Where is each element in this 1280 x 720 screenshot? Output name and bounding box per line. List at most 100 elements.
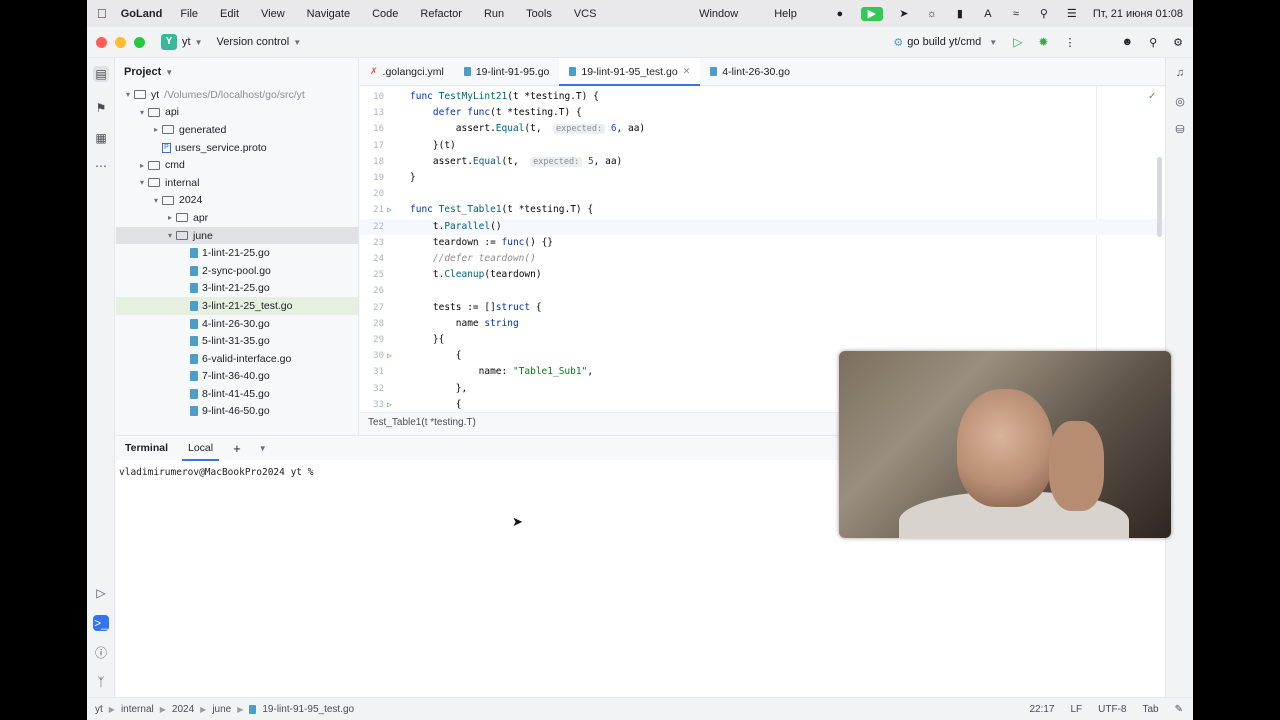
bookmark-icon[interactable]: ⚑ — [93, 100, 109, 116]
menu-refactor[interactable]: Refactor — [420, 8, 462, 20]
menubar-datetime[interactable]: Пт, 21 июня 01:08 — [1093, 8, 1183, 20]
status-crumb-internal[interactable]: internal — [121, 704, 154, 715]
run-test-gutter-icon[interactable]: ▷ — [387, 397, 397, 413]
tree-item[interactable]: ▾ yt/Volumes/D/localhost/go/src/yt — [116, 86, 358, 104]
code-line[interactable]: 28 name string — [360, 316, 1168, 332]
code-line[interactable]: 19} — [360, 170, 1168, 186]
code-line[interactable]: 29 }{ — [360, 332, 1168, 348]
menu-run[interactable]: Run — [484, 8, 504, 20]
code-line[interactable]: 10 func TestMyLint21(t *testing.T) { — [360, 89, 1168, 105]
menu-vcs[interactable]: VCS — [574, 8, 597, 20]
battery-icon[interactable]: ▮ — [953, 8, 967, 20]
tree-item[interactable]: ▸ generated — [116, 121, 358, 139]
menu-window[interactable]: Window — [699, 8, 738, 20]
menu-file[interactable]: File — [180, 8, 198, 20]
run-test-gutter-icon[interactable]: ▷ — [387, 348, 397, 364]
indent-setting[interactable]: Tab — [1142, 704, 1158, 715]
chevron-down-icon[interactable]: ▾ — [136, 178, 148, 187]
ai-assistant-icon[interactable]: ◎ — [1173, 95, 1187, 109]
status-crumb-yt[interactable]: yt — [95, 704, 103, 715]
search-icon[interactable]: ⚲ — [1037, 8, 1051, 20]
tree-item[interactable]: 3-lint-21-25.go — [116, 280, 358, 298]
run-test-gutter-icon[interactable]: ▷ — [387, 202, 397, 218]
inspection-ok-icon[interactable]: ✓ — [1148, 91, 1156, 102]
telegram-icon[interactable]: ➤ — [897, 8, 911, 20]
editor-scrollbar[interactable] — [1157, 157, 1162, 237]
code-line[interactable]: 26 — [360, 283, 1168, 299]
chevron-right-icon[interactable]: ▸ — [136, 161, 148, 170]
tree-item[interactable]: ▸ cmd — [116, 156, 358, 174]
code-line[interactable]: 13 defer func(t *testing.T) { — [360, 105, 1168, 121]
tab-local[interactable]: Local — [181, 442, 220, 461]
menu-help[interactable]: Help — [774, 8, 797, 20]
tree-item[interactable]: Pusers_service.proto — [116, 139, 358, 157]
more-actions-icon[interactable]: ⋮ — [1064, 36, 1075, 49]
keyboard-layout-icon[interactable]: A — [981, 8, 995, 20]
chevron-down-icon[interactable]: ▾ — [136, 108, 148, 117]
zoom-window-button[interactable] — [134, 36, 145, 48]
code-line[interactable]: 18 assert.Equal(t, expected: 5, aa) — [360, 154, 1168, 170]
menu-view[interactable]: View — [261, 8, 285, 20]
minimize-window-button[interactable] — [115, 36, 126, 48]
search-everywhere-icon[interactable]: ⚲ — [1149, 36, 1157, 49]
status-crumb-file[interactable]: 19-lint-91-95_test.go — [262, 704, 354, 715]
line-separator[interactable]: LF — [1070, 704, 1082, 715]
app-menu[interactable]: GoLand — [121, 8, 163, 20]
problems-icon[interactable]: ⓘ — [93, 645, 109, 661]
editor-tab[interactable]: 4-lint-26-30.go — [700, 58, 800, 85]
settings-gear-icon[interactable]: ⚙ — [1173, 36, 1183, 49]
project-selector[interactable]: yt — [182, 36, 191, 48]
project-folder-icon[interactable]: ▤ — [93, 66, 109, 82]
add-user-icon[interactable]: ☻ — [1121, 36, 1133, 48]
close-window-button[interactable] — [96, 36, 107, 48]
tree-item[interactable]: ▾ api — [116, 104, 358, 122]
new-tab-plus-icon[interactable]: + — [233, 441, 241, 456]
record-icon[interactable]: ● — [833, 8, 847, 20]
structure-icon[interactable]: ▦ — [93, 130, 109, 146]
tree-item[interactable]: 5-lint-31-35.go — [116, 332, 358, 350]
chevron-down-icon[interactable]: ▾ — [122, 90, 134, 99]
tree-item[interactable]: 3-lint-21-25_test.go — [116, 297, 358, 315]
chevron-right-icon[interactable]: ▸ — [164, 213, 176, 222]
caret-position[interactable]: 22:17 — [1029, 704, 1054, 715]
file-encoding[interactable]: UTF-8 — [1098, 704, 1126, 715]
brightness-icon[interactable]: ☼ — [925, 8, 939, 20]
facetime-icon[interactable]: ▶ — [860, 6, 883, 21]
code-line[interactable]: 25 t.Cleanup(teardown) — [360, 267, 1168, 283]
code-line[interactable]: 17 }(t) — [360, 138, 1168, 154]
apple-icon[interactable]:  — [97, 6, 107, 21]
chevron-down-icon[interactable]: ▼ — [259, 444, 267, 453]
wifi-icon[interactable]: ≈ — [1009, 8, 1023, 20]
menu-tools[interactable]: Tools — [526, 8, 552, 20]
code-line[interactable]: 16 assert.Equal(t, expected: 6, aa) — [360, 121, 1168, 137]
tree-item[interactable]: 2-sync-pool.go — [116, 262, 358, 280]
services-icon[interactable]: ▷ — [93, 585, 109, 601]
menu-navigate[interactable]: Navigate — [307, 8, 350, 20]
version-control-selector[interactable]: Version control — [216, 36, 289, 48]
code-line[interactable]: 21 ▷ func Test_Table1(t *testing.T) { — [360, 202, 1168, 218]
menu-edit[interactable]: Edit — [220, 8, 239, 20]
code-line[interactable]: 27 tests := []struct { — [360, 300, 1168, 316]
run-icon[interactable]: ▷ — [1013, 35, 1022, 49]
debug-icon[interactable]: ✹ — [1038, 35, 1048, 49]
tree-item[interactable]: 1-lint-21-25.go — [116, 244, 358, 262]
git-icon[interactable]: ᛉ — [93, 674, 109, 690]
tree-item[interactable]: ▾ internal — [116, 174, 358, 192]
status-crumb-june[interactable]: june — [212, 704, 231, 715]
tree-item[interactable]: 4-lint-26-30.go — [116, 315, 358, 333]
menu-code[interactable]: Code — [372, 8, 398, 20]
project-badge[interactable]: Y — [161, 34, 177, 50]
status-crumb-2024[interactable]: 2024 — [172, 704, 194, 715]
tree-item[interactable]: 9-lint-46-50.go — [116, 403, 358, 421]
database-icon[interactable]: ⛁ — [1173, 123, 1187, 137]
chevron-right-icon[interactable]: ▸ — [150, 125, 162, 134]
code-line[interactable]: 23 teardown := func() {} — [360, 235, 1168, 251]
tree-item[interactable]: ▸ apr — [116, 209, 358, 227]
editor-tab[interactable]: 19-lint-91-95.go — [454, 58, 560, 85]
code-line[interactable]: 24 //defer teardown() — [360, 251, 1168, 267]
code-line[interactable]: 22 t.Parallel() — [360, 218, 1168, 235]
terminal-icon[interactable]: >_ — [93, 615, 109, 631]
editor-tab[interactable]: ✗ .golangci.yml — [360, 58, 454, 85]
lock-icon[interactable]: ✎ — [1175, 704, 1183, 715]
tree-item[interactable]: 8-lint-41-45.go — [116, 385, 358, 403]
